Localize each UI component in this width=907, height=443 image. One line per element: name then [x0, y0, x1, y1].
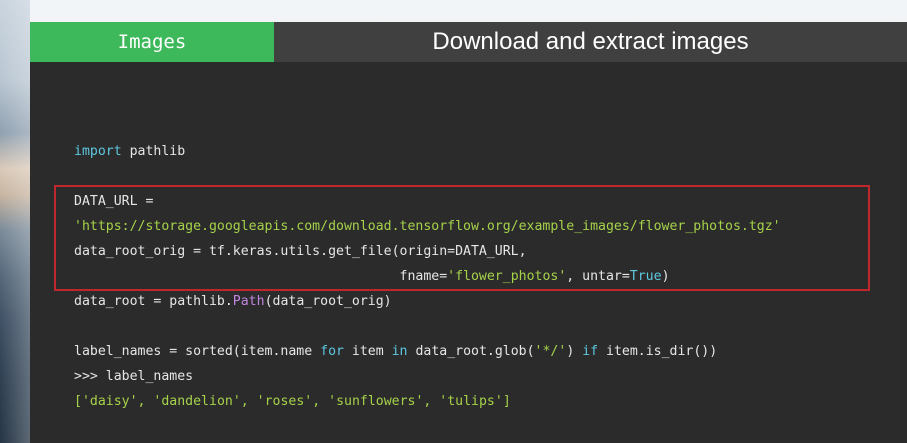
string-literal: 'daisy': [81, 394, 138, 409]
code-text: ,: [423, 394, 440, 409]
keyword: if: [582, 344, 599, 359]
code-line: >>> label_names: [74, 367, 193, 387]
string-literal: 'sunflowers': [328, 394, 424, 409]
code-text: fname=: [74, 269, 448, 284]
code-text: item: [343, 344, 392, 359]
string-literal: 'tulips': [439, 394, 503, 409]
code-line: data_root = pathlib.Path(data_root_orig): [74, 292, 392, 312]
code-text: , untar=: [566, 269, 630, 284]
code-line: import pathlib: [74, 142, 185, 162]
constant: True: [629, 269, 662, 284]
code-text: pathlib: [121, 144, 186, 159]
code-text: (data_root_orig): [264, 294, 392, 309]
background-photo: [0, 0, 30, 443]
code-text: DATA_URL =: [74, 194, 154, 209]
builtin-name: Path: [232, 294, 265, 309]
code-text: ,: [137, 394, 154, 409]
code-line: ['daisy', 'dandelion', 'roses', 'sunflow…: [74, 392, 511, 412]
keyword: import: [74, 144, 122, 159]
string-literal: '*/': [534, 344, 567, 359]
slide-title: Download and extract images: [274, 22, 907, 62]
code-text: ,: [312, 394, 329, 409]
code-text: ,: [240, 394, 257, 409]
string-literal: 'dandelion': [153, 394, 241, 409]
slide: Images Download and extract images impor…: [30, 22, 907, 443]
slide-header: Images Download and extract images: [30, 22, 907, 62]
code-text: >>> label_names: [74, 369, 194, 384]
section-tab-images: Images: [30, 22, 274, 62]
screen: Images Download and extract images impor…: [0, 0, 907, 443]
code-line: data_root_orig = tf.keras.utils.get_file…: [74, 242, 527, 262]
code-text: ): [661, 269, 670, 284]
code-text: [: [74, 394, 82, 409]
code-line: fname='flower_photos', untar=True): [74, 267, 670, 287]
code-text: item.is_dir()): [598, 344, 718, 359]
code-line: 'https://storage.googleapis.com/download…: [74, 217, 781, 237]
code-line: label_names = sorted(item.name for item …: [74, 342, 717, 362]
string-literal: 'flower_photos': [447, 269, 567, 284]
code-block: import pathlib DATA_URL = 'https://stora…: [74, 142, 781, 427]
keyword: in: [391, 344, 408, 359]
code-text: label_names = sorted(item.name: [74, 344, 321, 359]
code-text: data_root = pathlib.: [74, 294, 233, 309]
code-text: ): [566, 344, 583, 359]
code-text: data_root.glob(: [407, 344, 535, 359]
code-text: data_root_orig = tf.keras.utils.get_file…: [74, 244, 527, 259]
string-literal: 'roses': [256, 394, 313, 409]
keyword: for: [320, 344, 344, 359]
code-line: DATA_URL =: [74, 192, 153, 212]
string-literal: 'https://storage.googleapis.com/download…: [74, 219, 781, 234]
code-text: ]: [502, 394, 511, 409]
